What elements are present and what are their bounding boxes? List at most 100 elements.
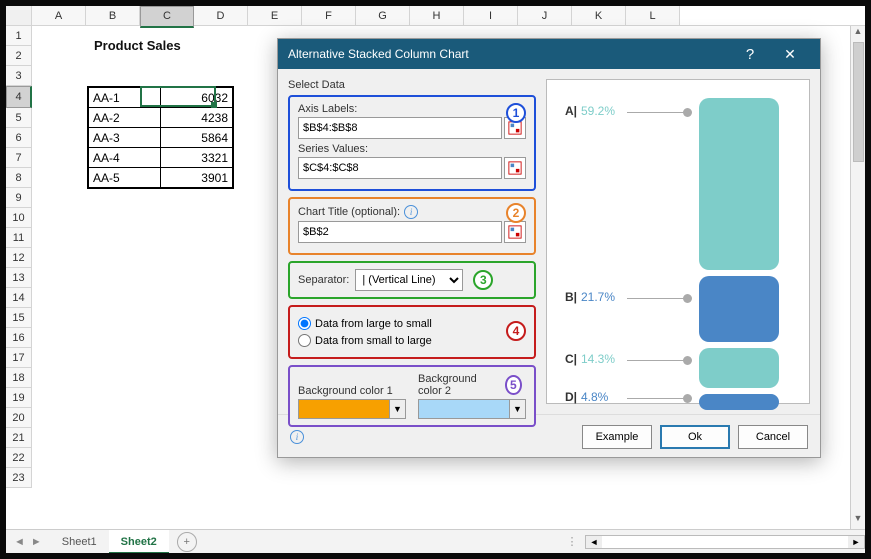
col-header[interactable]: F: [302, 6, 356, 25]
chart-bar: [699, 348, 779, 388]
vertical-scrollbar[interactable]: ▲ ▼: [850, 26, 865, 529]
row-header[interactable]: 22: [6, 448, 32, 468]
radio-large-to-small[interactable]: Data from large to small: [298, 317, 526, 330]
title-cell: Product Sales: [94, 38, 181, 53]
row-header[interactable]: 2: [6, 46, 32, 66]
row-header[interactable]: 5: [6, 108, 32, 128]
row-header[interactable]: 16: [6, 328, 32, 348]
row-header[interactable]: 1: [6, 26, 32, 46]
col-header[interactable]: G: [356, 6, 410, 25]
bg1-swatch[interactable]: ▼: [298, 399, 406, 419]
row-header[interactable]: 7: [6, 148, 32, 168]
col-header[interactable]: L: [626, 6, 680, 25]
bg2-swatch[interactable]: ▼: [418, 399, 526, 419]
step-badge-4: 4: [506, 321, 526, 341]
col-header[interactable]: K: [572, 6, 626, 25]
step-badge-5: 5: [505, 375, 522, 395]
dialog-left-panel: Select Data 1 Axis Labels: Series Values…: [288, 79, 536, 404]
table-cell[interactable]: AA-5: [89, 168, 161, 188]
range-picker-icon[interactable]: [504, 221, 526, 243]
row-header[interactable]: 8: [6, 168, 32, 188]
table-cell[interactable]: 5864: [161, 128, 233, 148]
col-header[interactable]: C: [140, 6, 194, 28]
dialog-title: Alternative Stacked Column Chart: [288, 47, 730, 61]
axis-labels-input[interactable]: [298, 117, 502, 139]
horizontal-scrollbar[interactable]: ◄►: [585, 535, 865, 549]
col-header[interactable]: D: [194, 6, 248, 25]
select-all-corner[interactable]: [6, 6, 32, 25]
table-cell[interactable]: 3901: [161, 168, 233, 188]
row-header[interactable]: 23: [6, 468, 32, 488]
step-badge-3: 3: [473, 270, 493, 290]
chart-title-label: Chart Title (optional): i: [298, 205, 526, 219]
col-header[interactable]: B: [86, 6, 140, 25]
row-header[interactable]: 12: [6, 248, 32, 268]
table-cell[interactable]: AA-4: [89, 148, 161, 168]
row-header[interactable]: 10: [6, 208, 32, 228]
row-header[interactable]: 9: [6, 188, 32, 208]
chart-percent: 4.8%: [581, 390, 625, 404]
tab-nav-arrows[interactable]: ◄►: [6, 536, 50, 548]
chevron-down-icon: ▼: [389, 400, 405, 418]
ok-button[interactable]: Ok: [660, 425, 730, 449]
row-header[interactable]: 18: [6, 368, 32, 388]
col-header[interactable]: A: [32, 6, 86, 25]
table-cell[interactable]: AA-1: [89, 88, 161, 108]
chart-bar: [699, 394, 779, 410]
chart-title-input[interactable]: [298, 221, 502, 243]
row-header[interactable]: 14: [6, 288, 32, 308]
row-header[interactable]: 19: [6, 388, 32, 408]
col-header[interactable]: I: [464, 6, 518, 25]
tab-sheet2[interactable]: Sheet2: [109, 530, 169, 554]
scroll-thumb[interactable]: [853, 42, 864, 162]
dialog-titlebar[interactable]: Alternative Stacked Column Chart ? ✕: [278, 39, 820, 69]
row-header[interactable]: 3: [6, 66, 32, 86]
row-header[interactable]: 13: [6, 268, 32, 288]
table-cell[interactable]: 4238: [161, 108, 233, 128]
nav-prev-icon: ◄: [14, 536, 25, 548]
nav-next-icon: ►: [31, 536, 42, 548]
add-sheet-button[interactable]: +: [177, 532, 197, 552]
table-cell[interactable]: AA-2: [89, 108, 161, 128]
info-icon[interactable]: i: [404, 205, 418, 219]
col-header[interactable]: E: [248, 6, 302, 25]
table-cell[interactable]: 6032: [161, 88, 233, 108]
tab-sheet1[interactable]: Sheet1: [50, 530, 109, 554]
table-cell[interactable]: AA-3: [89, 128, 161, 148]
chart-bar: [699, 98, 779, 270]
row-header[interactable]: 11: [6, 228, 32, 248]
spreadsheet-app: ABCDEFGHIJKL 123456789101112131415161718…: [6, 6, 865, 553]
group-sort-order: 4 Data from large to small Data from sma…: [288, 305, 536, 359]
series-values-label: Series Values:: [298, 143, 526, 155]
row-headers: 1234567891011121314151617181920212223: [6, 26, 32, 488]
row-header[interactable]: 15: [6, 308, 32, 328]
scroll-up-icon[interactable]: ▲: [854, 26, 863, 42]
scroll-right-icon: ►: [848, 536, 864, 548]
row-header[interactable]: 4: [6, 86, 32, 108]
separator-label: Separator:: [298, 274, 349, 286]
chart-percent: 14.3%: [581, 352, 625, 366]
chart-label: B|: [555, 290, 577, 304]
row-header[interactable]: 6: [6, 128, 32, 148]
group-background-colors: Background color 1 ▼ Background color 25…: [288, 365, 536, 427]
radio-small-to-large[interactable]: Data from small to large: [298, 334, 526, 347]
example-button[interactable]: Example: [582, 425, 652, 449]
row-header[interactable]: 17: [6, 348, 32, 368]
group-chart-title: 2 Chart Title (optional): i: [288, 197, 536, 255]
tab-split-handle[interactable]: ⋮: [561, 535, 585, 548]
chart-label: C|: [555, 352, 577, 366]
scroll-down-icon[interactable]: ▼: [854, 513, 863, 529]
row-header[interactable]: 21: [6, 428, 32, 448]
row-header[interactable]: 20: [6, 408, 32, 428]
range-picker-icon[interactable]: [504, 157, 526, 179]
col-header[interactable]: J: [518, 6, 572, 25]
col-header[interactable]: H: [410, 6, 464, 25]
separator-select[interactable]: | (Vertical Line): [355, 269, 463, 291]
series-values-input[interactable]: [298, 157, 502, 179]
help-button[interactable]: ?: [730, 46, 770, 63]
info-icon[interactable]: i: [290, 430, 304, 444]
cancel-button[interactable]: Cancel: [738, 425, 808, 449]
close-icon[interactable]: ✕: [770, 46, 810, 63]
table-cell[interactable]: 3321: [161, 148, 233, 168]
chart-preview: A|59.2%B|21.7%C|14.3%D|4.8%: [546, 79, 810, 404]
